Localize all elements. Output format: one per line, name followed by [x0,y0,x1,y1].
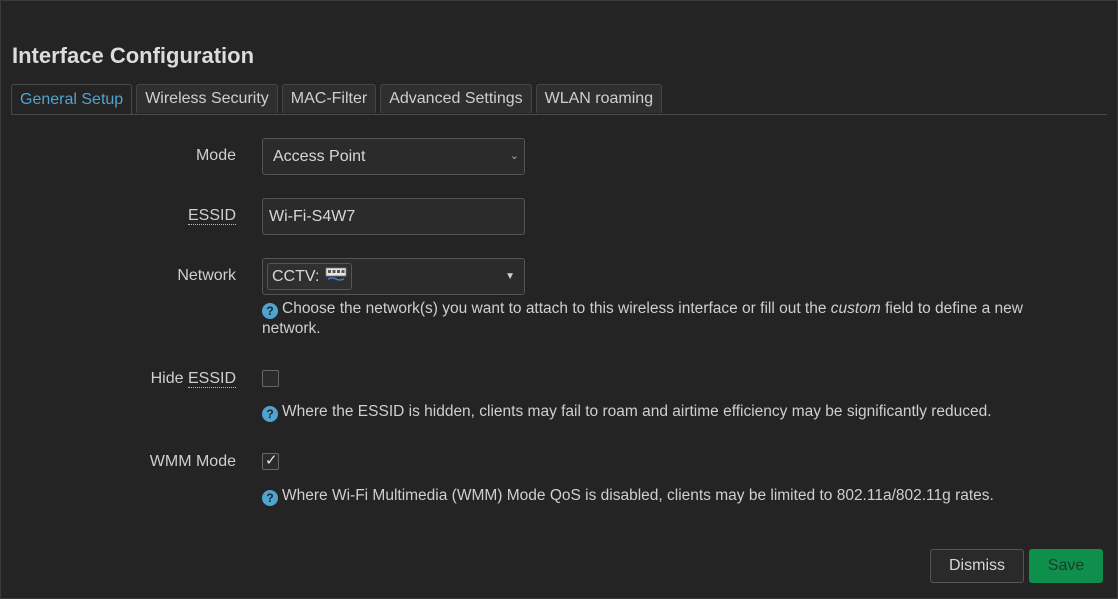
mode-select-value: Access Point [273,147,366,165]
tab-mac-filter[interactable]: MAC-Filter [281,84,377,113]
help-icon: ? [262,303,278,319]
mode-label: Mode [195,147,236,164]
wmm-mode-help: ? Where Wi-Fi Multimedia (WMM) Mode QoS i… [262,486,994,506]
essid-label-text: ESSID [187,207,236,225]
tab-general-setup[interactable]: General Setup [11,84,133,115]
wmm-mode-help-text: Where Wi-Fi Multimedia (WMM) Mode QoS is… [282,487,994,504]
hide-essid-help: ? Where the ESSID is hidden, clients may … [262,402,992,422]
network-label: Network [177,267,236,284]
wmm-mode-label: WMM Mode [149,453,236,470]
wmm-mode-checkbox[interactable]: ✓ [262,452,279,470]
network-help-text-1: Choose the network(s) you want to attach… [282,300,831,317]
network-dropdown[interactable]: CCTV: ▼ [262,258,525,295]
help-icon: ? [262,490,278,506]
network-chip-label: CCTV: [272,267,320,285]
network-help-emphasis: custom [830,300,881,317]
hide-essid-label-abbr: ESSID [187,370,236,388]
chevron-down-icon: ⌄ [509,150,519,162]
network-help: ? Choose the network(s) you want to attac… [262,299,1082,338]
checkmark-icon: ✓ [265,452,278,469]
hide-essid-label: Hide ESSID [151,370,236,388]
caret-down-icon: ▼ [505,271,515,282]
essid-label: ESSID [187,207,236,225]
network-interface-icon [325,266,347,287]
network-chip: CCTV: [267,263,353,290]
dismiss-button[interactable]: Dismiss [930,549,1024,583]
dialog-title: Interface Configuration [12,43,255,68]
save-button[interactable]: Save [1029,549,1103,583]
tab-wlan-roaming[interactable]: WLAN roaming [535,84,663,113]
tab-bar: General Setup Wireless Security MAC-Filt… [11,84,663,115]
essid-input[interactable] [262,198,525,235]
tab-wireless-security[interactable]: Wireless Security [136,84,278,113]
tab-divider [11,114,1107,115]
hide-essid-label-prefix: Hide [150,370,188,387]
dialog: Interface Configuration General Setup Wi… [0,0,1118,599]
help-icon: ? [262,406,278,422]
mode-select[interactable]: Access Point ⌄ [262,138,525,175]
hide-essid-checkbox[interactable] [262,370,279,387]
tab-advanced-settings[interactable]: Advanced Settings [380,84,532,113]
hide-essid-help-text: Where the ESSID is hidden, clients may f… [282,403,992,420]
